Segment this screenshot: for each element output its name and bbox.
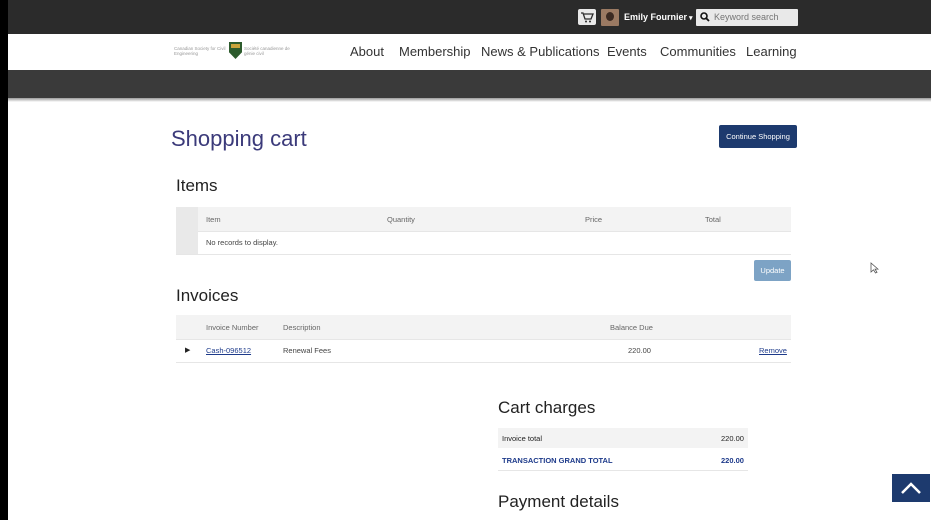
main-nav: Canadian Society for Civil Engineering S… (8, 34, 931, 70)
page: Emily Fournier▾ Canadian Society for Civ… (8, 0, 931, 520)
search-icon[interactable] (700, 12, 710, 22)
shopping-cart-icon[interactable] (578, 9, 596, 25)
mouse-pointer-icon (870, 262, 879, 274)
invoices-table: Invoice Number Description Balance Due ▶… (176, 315, 791, 363)
items-row-gutter (176, 231, 198, 254)
nav-communities[interactable]: Communities (660, 44, 736, 59)
invoices-table-header: Invoice Number Description Balance Due (176, 315, 791, 340)
items-col-price[interactable]: Price (585, 215, 602, 224)
cart-charges-heading: Cart charges (498, 398, 596, 417)
invoices-header-gutter (176, 315, 198, 339)
items-empty-row: No records to display. (176, 231, 791, 255)
back-to-top-button[interactable] (892, 474, 930, 502)
invoice-total-label: Invoice total (502, 434, 543, 443)
logo-text-fr: Société canadienne de génie civil (244, 46, 290, 56)
search-input[interactable] (714, 10, 794, 24)
site-logo[interactable]: Canadian Society for Civil Engineering S… (174, 42, 294, 62)
items-col-item[interactable]: Item (206, 215, 221, 224)
nav-membership[interactable]: Membership (399, 44, 471, 59)
chevron-up-icon (901, 482, 921, 494)
items-table: Item Quantity Price Total No records to … (176, 207, 791, 255)
nav-news-publications[interactable]: News & Publications (481, 44, 600, 59)
invoice-balance: 220.00 (628, 346, 651, 355)
invoice-description: Renewal Fees (283, 346, 331, 355)
invoices-col-description[interactable]: Description (283, 323, 321, 332)
table-row: ▶ Cash-096512 Renewal Fees 220.00 Remove (176, 339, 791, 363)
user-name: Emily Fournier (624, 12, 688, 22)
user-menu[interactable]: Emily Fournier ▾ (624, 12, 693, 22)
nav-events[interactable]: Events (607, 44, 647, 59)
grand-total-value: 220.00 (721, 456, 744, 465)
invoice-total-value: 220.00 (721, 434, 744, 443)
remove-invoice-link[interactable]: Remove (759, 346, 787, 355)
shield-icon (229, 42, 242, 59)
top-bar: Emily Fournier ▾ (8, 0, 931, 34)
items-heading: Items (176, 176, 218, 195)
page-title: Shopping cart (171, 126, 307, 151)
invoice-number-link[interactable]: Cash-096512 (206, 346, 251, 355)
sub-nav-band (8, 70, 931, 98)
invoices-col-balance[interactable]: Balance Due (610, 323, 653, 332)
search-box (696, 9, 798, 26)
invoices-heading: Invoices (176, 286, 239, 305)
header-shadow (8, 98, 931, 102)
grand-total-row: TRANSACTION GRAND TOTAL 220.00 (498, 450, 748, 471)
expand-row-icon[interactable]: ▶ (185, 346, 190, 354)
chevron-down-icon: ▾ (689, 15, 693, 22)
items-header-gutter (176, 207, 198, 231)
nav-learning[interactable]: Learning (746, 44, 797, 59)
avatar[interactable] (601, 9, 619, 26)
items-empty-message: No records to display. (206, 238, 278, 247)
invoices-col-number[interactable]: Invoice Number (206, 323, 259, 332)
logo-text-en: Canadian Society for Civil Engineering (174, 46, 226, 56)
payment-details-heading: Payment details (498, 492, 619, 511)
grand-total-label: TRANSACTION GRAND TOTAL (502, 456, 613, 465)
continue-shopping-button[interactable]: Continue Shopping (719, 125, 797, 148)
invoice-total-row: Invoice total 220.00 (498, 428, 748, 448)
items-table-header: Item Quantity Price Total (176, 207, 791, 232)
items-col-quantity[interactable]: Quantity (387, 215, 415, 224)
items-col-total[interactable]: Total (705, 215, 721, 224)
nav-about[interactable]: About (350, 44, 384, 59)
update-button[interactable]: Update (754, 260, 791, 281)
